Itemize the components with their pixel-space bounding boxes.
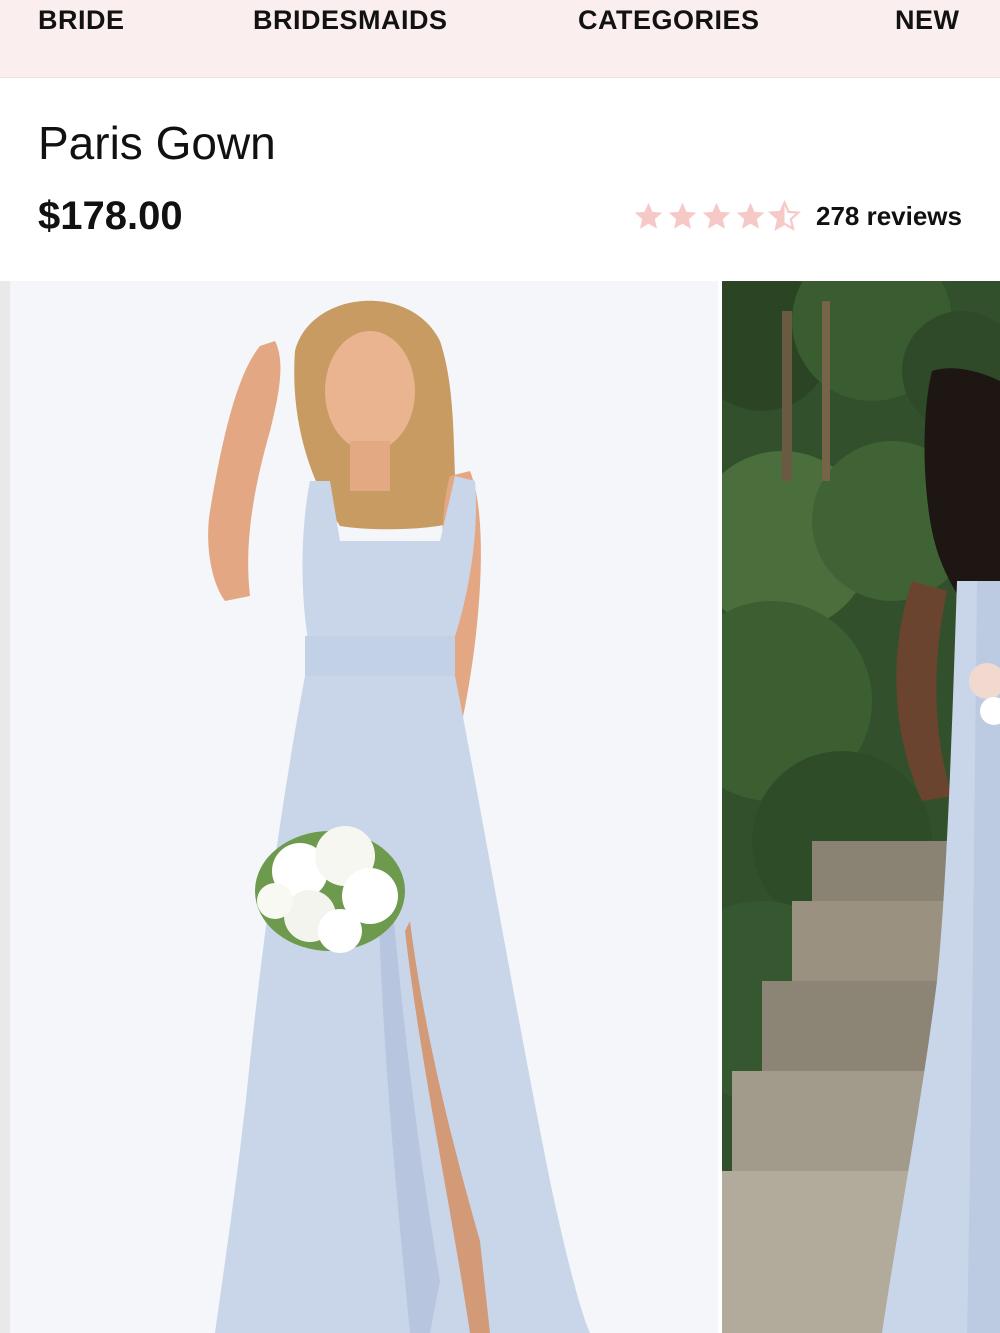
product-photo-secondary[interactable] [722, 281, 1000, 1333]
star-rating [632, 199, 802, 233]
model-garden-illustration [722, 281, 1000, 1333]
review-count-link[interactable]: 278 reviews [816, 201, 962, 232]
product-gallery[interactable] [0, 281, 1000, 1333]
nav-categories[interactable]: CATEGORIES [578, 4, 760, 36]
star-icon [668, 202, 697, 229]
star-icon [736, 202, 765, 229]
star-icon [634, 202, 663, 229]
nav-bride[interactable]: BRIDE [38, 4, 125, 36]
rating-summary[interactable]: 278 reviews [632, 196, 962, 236]
product-photo-main[interactable] [10, 281, 718, 1333]
nav-bridesmaids[interactable]: BRIDESMAIDS [253, 4, 448, 36]
half-star-icon [768, 199, 801, 231]
star-icon [702, 202, 731, 229]
product-title: Paris Gown [38, 117, 276, 169]
product-price: $178.00 [38, 194, 183, 238]
top-nav: BRIDE BRIDESMAIDS CATEGORIES NEW [0, 0, 1000, 78]
nav-new[interactable]: NEW [895, 4, 960, 36]
model-studio-illustration [10, 281, 718, 1333]
